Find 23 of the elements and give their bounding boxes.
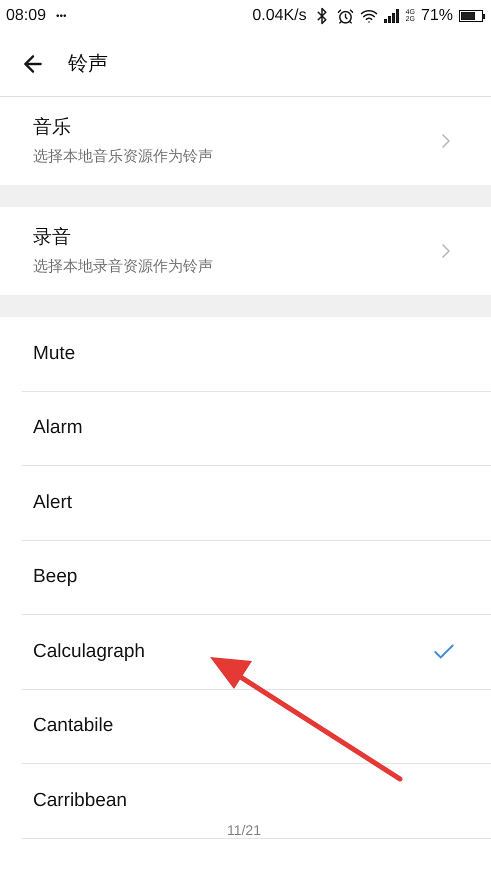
ringtone-item[interactable]: Carribbean <box>33 786 127 815</box>
ringtone-item[interactable]: Alert <box>33 488 72 517</box>
ringtone-item[interactable]: Beep <box>33 563 78 592</box>
page-title: 铃声 <box>68 52 108 77</box>
network-speed: 0.04K/s <box>252 6 307 26</box>
ringtone-item[interactable]: Calculagraph <box>33 638 145 666</box>
source-title: 录音 <box>33 226 72 250</box>
wifi-icon <box>360 7 378 25</box>
battery-icon <box>459 10 485 22</box>
source-row[interactable]: 录音 选择本地录音资源作为铃声 <box>0 207 491 295</box>
ringtone-item[interactable]: Mute <box>33 340 76 368</box>
status-time: 08:09 <box>6 6 46 26</box>
battery-percent: 71% <box>420 6 453 26</box>
source-title: 音乐 <box>33 116 72 140</box>
ringtone-item[interactable]: Cantabile <box>33 712 114 740</box>
source-subtitle: 选择本地音乐资源作为铃声 <box>33 147 213 167</box>
source-subtitle: 选择本地录音资源作为铃声 <box>33 257 213 277</box>
source-row[interactable]: 音乐 选择本地音乐资源作为铃声 <box>0 97 491 185</box>
page-indicator: 11/21 <box>227 821 261 840</box>
ringtone-item[interactable]: Alarm <box>33 414 83 442</box>
alarm-icon <box>336 8 354 24</box>
signal-icon <box>384 9 400 23</box>
more-dots: ••• <box>56 10 67 24</box>
